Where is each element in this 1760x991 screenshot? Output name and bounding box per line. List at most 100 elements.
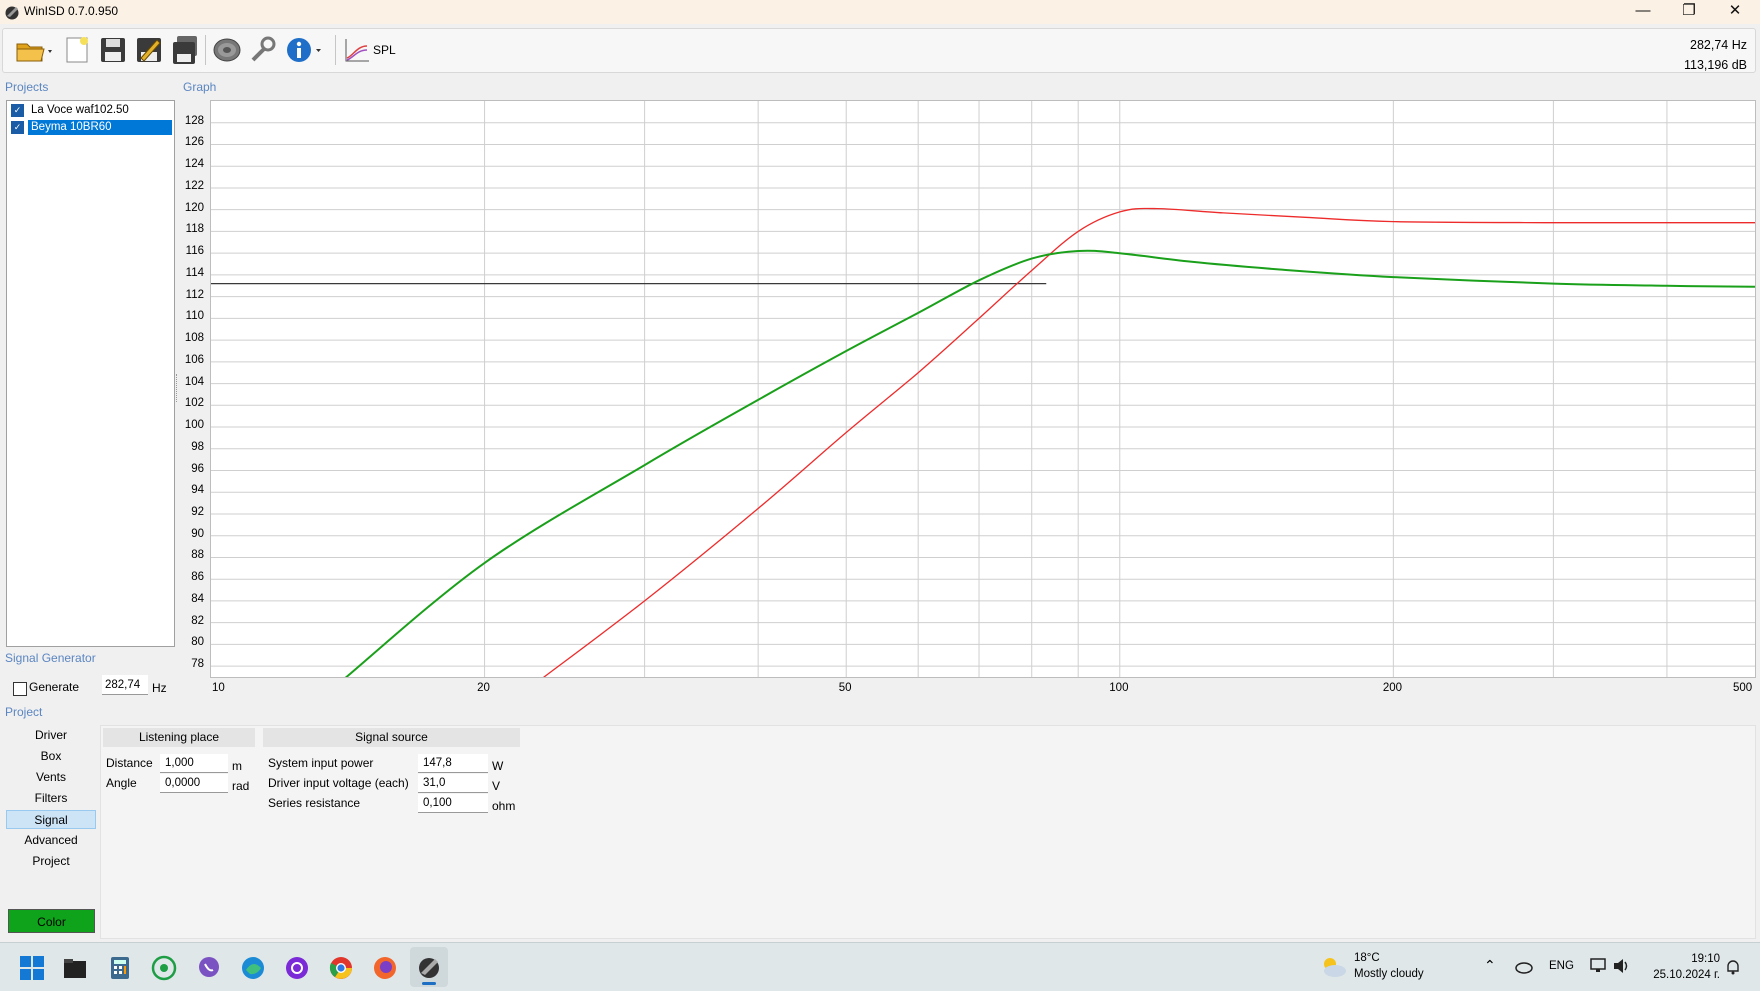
system-input-power-input[interactable]: 147,8 — [418, 754, 488, 773]
x-tick-label: 10 — [212, 682, 225, 694]
spl-graph[interactable] — [210, 100, 1756, 681]
signal-source-header: Signal source — [263, 728, 520, 747]
series-resistance-input[interactable]: 0,100 — [418, 794, 488, 813]
y-tick-label: 88 — [191, 549, 204, 562]
spl-graph-icon[interactable] — [341, 34, 373, 66]
voltage-unit: V — [492, 779, 501, 793]
title-bar[interactable] — [0, 0, 1760, 24]
project-item-la-voce[interactable]: ✓ La Voce waf102.50 — [9, 103, 170, 118]
edge-browser-icon[interactable] — [240, 955, 266, 981]
y-tick-label: 124 — [184, 158, 204, 171]
save-as-icon[interactable] — [133, 34, 165, 66]
clock[interactable]: 19:10 25.10.2024 г. — [1653, 951, 1720, 983]
spl-label[interactable]: SPL — [373, 43, 396, 57]
volume-icon[interactable] — [1612, 958, 1632, 974]
spl-chart[interactable] — [211, 101, 1756, 681]
notification-bell-icon[interactable] — [1724, 958, 1742, 976]
driver-speaker-icon[interactable] — [211, 34, 243, 66]
series-resistance-label: Series resistance — [268, 796, 361, 810]
nav-advanced[interactable]: Advanced — [6, 831, 96, 850]
project-name: Beyma 10BR60 — [28, 120, 172, 135]
distance-input[interactable]: 1,000 — [160, 754, 228, 773]
spl-curve-red — [539, 207, 1755, 681]
projects-section-label: Projects — [5, 80, 49, 94]
save-all-icon[interactable] — [169, 34, 201, 66]
active-indicator — [422, 982, 436, 985]
maximize-button[interactable]: ❐ — [1666, 0, 1712, 24]
minimize-button[interactable]: — — [1620, 0, 1666, 24]
y-tick-label: 118 — [185, 223, 204, 236]
tools-wrench-icon[interactable] — [247, 34, 279, 66]
calculator-icon[interactable] — [107, 955, 133, 981]
y-tick-label: 112 — [185, 288, 204, 301]
project-checkbox[interactable]: ✓ — [11, 121, 24, 134]
x-tick-label: 500 — [1733, 682, 1753, 694]
weather-cloud-icon[interactable] — [1320, 953, 1348, 981]
project-item-beyma[interactable]: ✓ Beyma 10BR60 — [9, 120, 172, 135]
clock-date: 25.10.2024 г. — [1653, 969, 1720, 981]
color-button[interactable]: Color — [8, 909, 95, 933]
onedrive-cloud-icon[interactable] — [1514, 958, 1534, 974]
nav-vents[interactable]: Vents — [6, 768, 96, 787]
file-explorer-icon[interactable] — [62, 955, 88, 981]
x-tick-label: 200 — [1382, 682, 1403, 694]
y-tick-label: 96 — [191, 462, 204, 475]
language-indicator[interactable]: ENG — [1549, 960, 1574, 972]
y-tick-label: 94 — [191, 484, 204, 497]
projects-list[interactable]: ✓ La Voce waf102.50 ✓ Beyma 10BR60 — [6, 100, 175, 647]
generator-frequency-input[interactable] — [102, 675, 148, 695]
project-checkbox[interactable]: ✓ — [11, 104, 24, 117]
weather-temperature[interactable]: 18°C — [1354, 952, 1380, 964]
y-tick-label: 104 — [184, 375, 204, 388]
y-tick-label: 108 — [184, 332, 204, 345]
x-tick-label: 20 — [477, 682, 490, 694]
windows-start-icon[interactable] — [19, 955, 45, 981]
podcast-app-icon[interactable] — [284, 955, 310, 981]
y-tick-label: 122 — [184, 179, 204, 192]
show-hidden-icons-chevron-up-icon[interactable]: ⌃ — [1484, 957, 1496, 974]
project-section-label: Project — [5, 705, 43, 719]
cursor-readout: 282,74 Hz 113,196 dB — [1684, 35, 1747, 75]
winisd-app-icon — [5, 6, 19, 20]
toolbar: SPL 282,74 Hz 113,196 dB — [2, 28, 1756, 73]
info-icon[interactable] — [283, 34, 327, 66]
angle-unit: rad — [232, 779, 250, 793]
nav-project[interactable]: Project — [6, 852, 96, 871]
nav-filters[interactable]: Filters — [6, 789, 96, 808]
cursor-level: 113,196 dB — [1683, 58, 1747, 72]
nav-driver[interactable]: Driver — [6, 726, 96, 745]
y-tick-label: 116 — [185, 245, 204, 258]
whatsapp-icon[interactable] — [151, 955, 177, 981]
new-project-icon[interactable] — [61, 34, 93, 66]
y-tick-label: 92 — [191, 505, 204, 518]
driver-input-voltage-label: Driver input voltage (each) — [268, 776, 409, 790]
driver-input-voltage-input[interactable]: 31,0 — [418, 774, 488, 793]
y-tick-label: 82 — [191, 614, 204, 627]
window-title: WinISD 0.7.0.950 — [24, 4, 119, 18]
y-tick-label: 78 — [191, 658, 204, 671]
viber-icon[interactable] — [196, 955, 222, 981]
nav-signal[interactable]: Signal — [6, 810, 96, 829]
save-icon[interactable] — [97, 34, 129, 66]
weather-description[interactable]: Mostly cloudy — [1354, 968, 1424, 980]
nav-box[interactable]: Box — [6, 747, 96, 766]
clock-time: 19:10 — [1691, 953, 1720, 965]
winisd-app-icon — [419, 958, 439, 978]
firefox-browser-icon[interactable] — [372, 955, 398, 981]
open-project-button[interactable] — [13, 34, 57, 66]
x-tick-label: 100 — [1109, 682, 1129, 694]
y-tick-label: 84 — [191, 592, 204, 605]
spl-curve-green — [343, 249, 1756, 680]
winisd-taskbar-button[interactable] — [410, 947, 448, 987]
y-tick-label: 110 — [185, 310, 204, 323]
chrome-browser-icon[interactable] — [328, 955, 354, 981]
y-tick-label: 102 — [184, 397, 204, 410]
y-tick-label: 98 — [191, 440, 204, 453]
y-tick-label: 114 — [185, 266, 204, 279]
close-button[interactable]: ✕ — [1712, 0, 1758, 24]
cursor-frequency: 282,74 Hz — [1690, 38, 1747, 52]
network-icon[interactable] — [1590, 958, 1608, 974]
angle-input[interactable]: 0,0000 — [160, 774, 228, 793]
y-tick-label: 106 — [184, 353, 204, 366]
generate-checkbox[interactable] — [13, 682, 27, 696]
